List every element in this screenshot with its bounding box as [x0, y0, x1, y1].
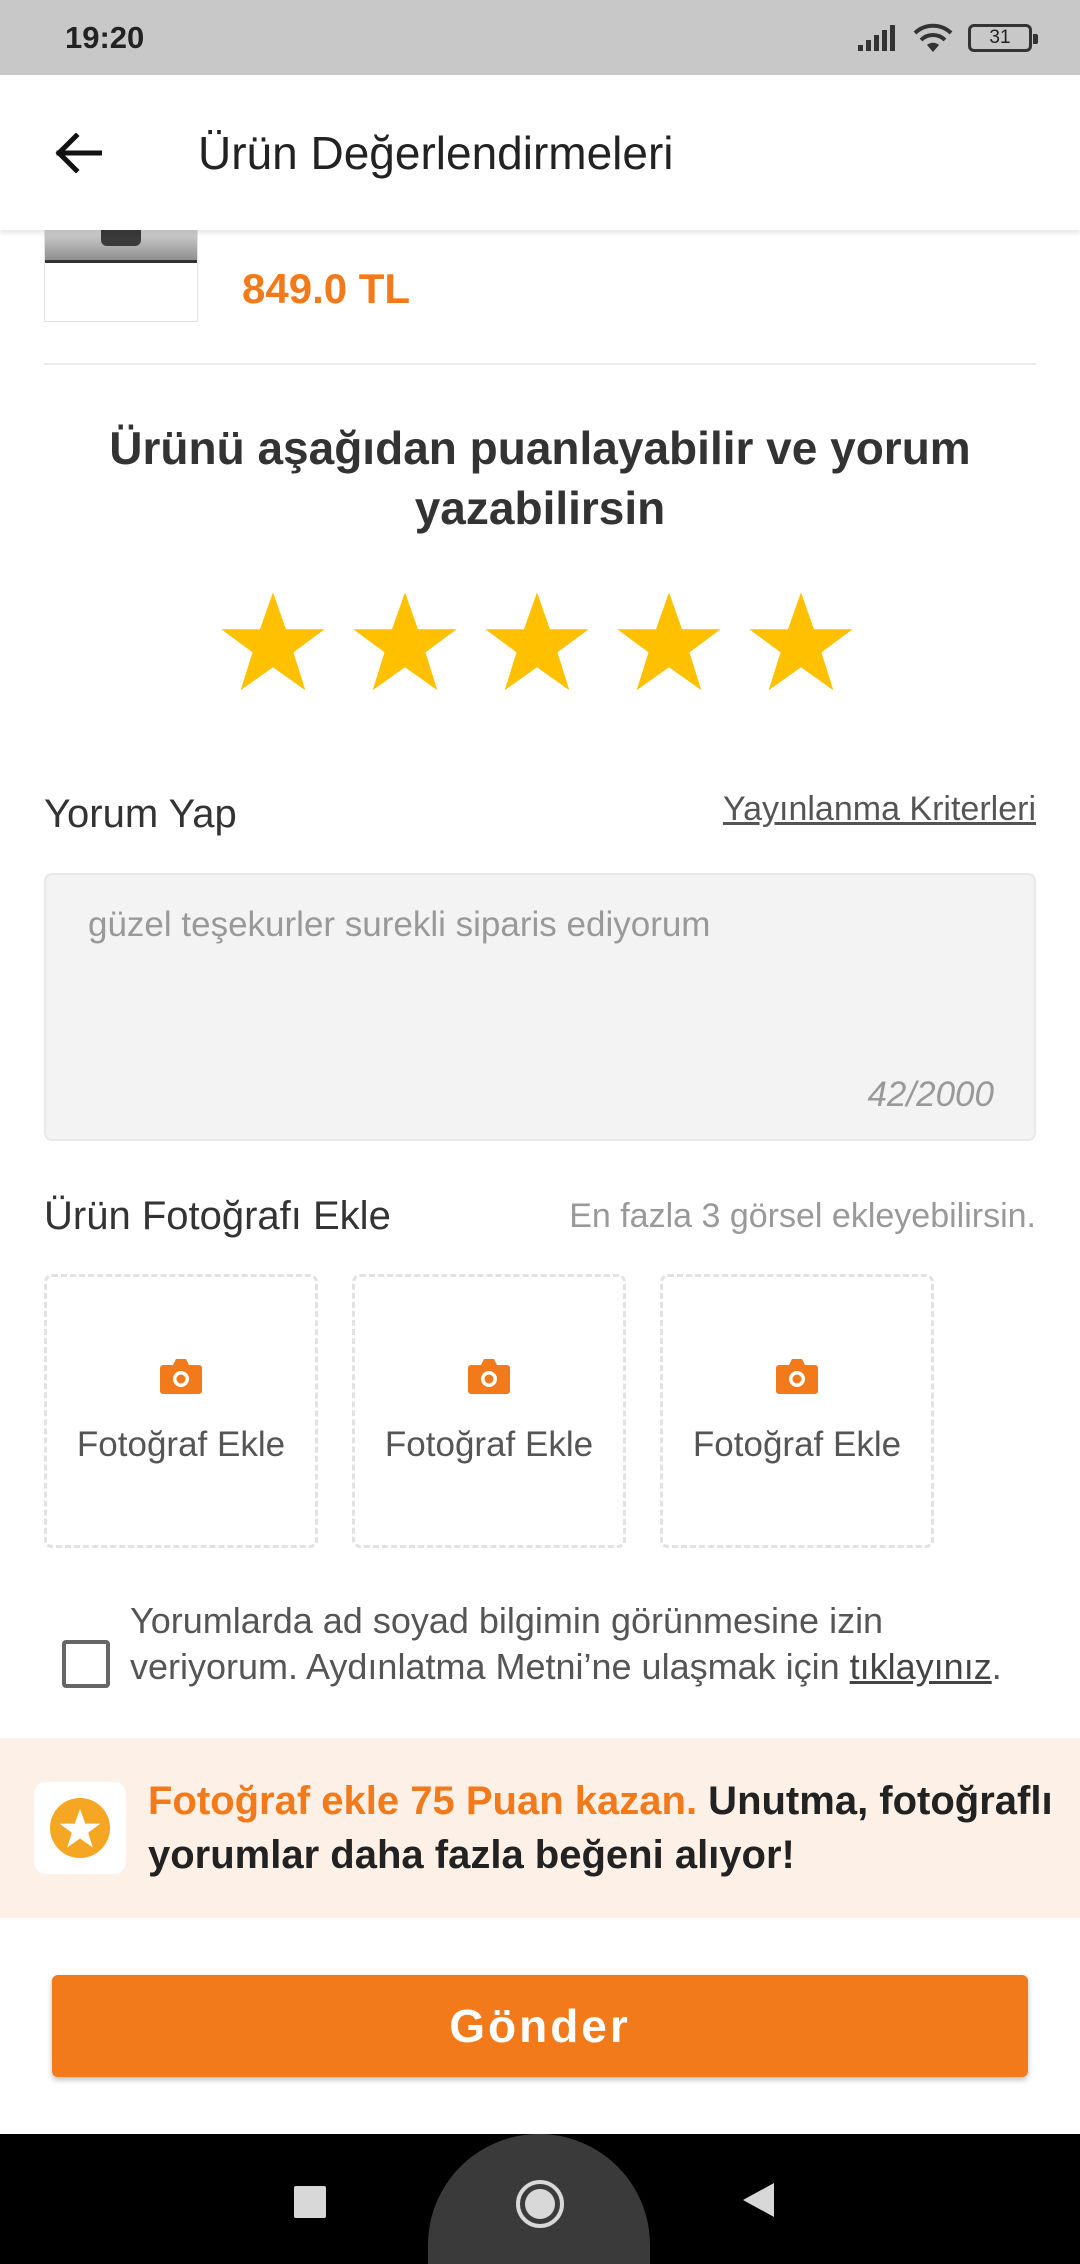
product-summary: 849.0 TL: [44, 230, 1036, 365]
publish-criteria-link[interactable]: Yayınlanma Kriterleri: [723, 790, 1036, 829]
wifi-icon: [913, 23, 953, 52]
disclosure-link[interactable]: tıklayınız: [850, 1646, 992, 1687]
comment-text: güzel teşekurler surekli siparis ediyoru…: [88, 905, 711, 944]
promo-text: Fotoğraf ekle 75 Puan kazan. Unutma, fot…: [148, 1774, 1080, 1882]
name-consent: Yorumlarda ad soyad bilgimin görünmesine…: [62, 1598, 1022, 1690]
submit-button[interactable]: Gönder: [52, 1975, 1028, 2077]
name-consent-checkbox[interactable]: [62, 1640, 110, 1688]
promo-highlight: Fotoğraf ekle 75 Puan kazan.: [148, 1779, 698, 1823]
star-icon-1[interactable]: [218, 588, 328, 698]
product-image: [44, 230, 198, 322]
square-icon: [294, 2186, 326, 2218]
photo-section-label: Ürün Fotoğrafı Ekle: [44, 1194, 391, 1238]
add-photo-button[interactable]: Fotoğraf Ekle: [352, 1274, 626, 1548]
camera-icon: [160, 1359, 202, 1394]
star-icon-4[interactable]: [614, 588, 724, 698]
home-button[interactable]: [512, 2176, 568, 2232]
comment-section-label: Yorum Yap: [44, 792, 237, 836]
add-photo-label: Fotoğraf Ekle: [384, 1425, 594, 1464]
add-photo-label: Fotoğraf Ekle: [76, 1425, 286, 1464]
signal-icon: [858, 24, 895, 51]
camera-icon: [468, 1359, 510, 1394]
back-button[interactable]: [38, 113, 118, 193]
consent-suffix: .: [991, 1646, 1002, 1687]
star-icon-2[interactable]: [350, 588, 460, 698]
product-price: 849.0 TL: [242, 265, 411, 312]
comment-input[interactable]: güzel teşekurler surekli siparis ediyoru…: [44, 873, 1036, 1141]
app-bar: Ürün Değerlendirmeleri: [0, 75, 1080, 230]
star-badge-graphic: [50, 1798, 110, 1858]
consent-text: Yorumlarda ad soyad bilgimin görünmesine…: [130, 1598, 1022, 1690]
photo-slots: Fotoğraf Ekle Fotoğraf Ekle Fotoğraf Ekl…: [44, 1274, 934, 1548]
arrow-left-icon: [55, 132, 102, 173]
star-badge-icon: [34, 1782, 126, 1874]
back-nav-button[interactable]: [738, 2180, 778, 2220]
add-photo-label: Fotoğraf Ekle: [692, 1425, 902, 1464]
star-icon-3[interactable]: [482, 588, 592, 698]
page-title: Ürün Değerlendirmeleri: [198, 126, 674, 179]
status-bar: 19:20 31: [0, 0, 1080, 75]
system-navigation-bar: [0, 2134, 1080, 2264]
home-circle-icon: [516, 2180, 564, 2228]
consent-message: Yorumlarda ad soyad bilgimin görünmesine…: [130, 1600, 884, 1687]
battery-level: 31: [989, 26, 1011, 48]
triangle-back-icon: [743, 2183, 774, 2217]
character-counter: 42/2000: [867, 1075, 994, 1114]
camera-icon: [776, 1359, 818, 1394]
recents-button[interactable]: [290, 2182, 330, 2222]
add-photo-button[interactable]: Fotoğraf Ekle: [660, 1274, 934, 1548]
status-time: 19:20: [65, 19, 145, 55]
status-icons: 31: [858, 22, 1038, 54]
photo-points-banner: Fotoğraf ekle 75 Puan kazan. Unutma, fot…: [0, 1738, 1080, 1918]
rating-prompt: Ürünü aşağıdan puanlayabilir ve yorum ya…: [109, 422, 971, 534]
photo-limit-hint: En fazla 3 görsel ekleyebilirsin.: [569, 1197, 1036, 1235]
battery-icon: 31: [968, 23, 1038, 52]
star-icon-5[interactable]: [746, 588, 856, 698]
star-rating[interactable]: [218, 588, 856, 698]
add-photo-button[interactable]: Fotoğraf Ekle: [44, 1274, 318, 1548]
